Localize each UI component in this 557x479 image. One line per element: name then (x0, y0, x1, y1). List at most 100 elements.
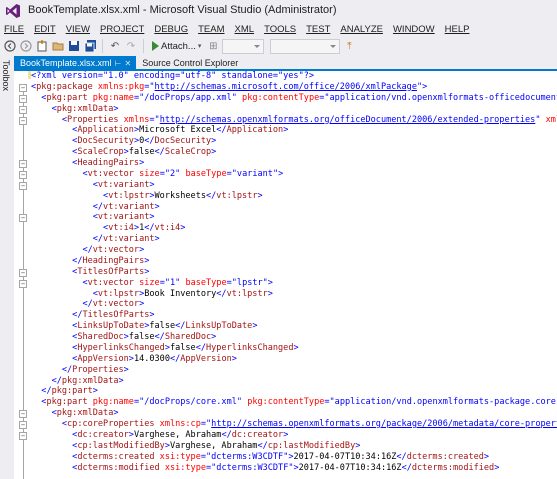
undo-icon[interactable]: ↶ (108, 38, 122, 54)
collapse-properties-icon[interactable]: − (19, 117, 27, 125)
code-token: dcterms:W3CDTF (211, 451, 284, 462)
menu-xml[interactable]: XML (230, 24, 260, 35)
code-line: <pkg:package xmlns:pkg="http://schemas.m… (31, 82, 557, 93)
code-token: 14.0300 (133, 353, 170, 364)
collapse-xmldata-icon[interactable]: − (19, 421, 27, 429)
toolbox-strip (0, 56, 13, 479)
code-token: > (144, 266, 150, 277)
code-token: > (118, 375, 124, 386)
menu-view[interactable]: VIEW (61, 24, 95, 35)
menu-edit[interactable]: EDIT (29, 24, 61, 35)
code-token: </ (154, 332, 165, 342)
menu-project[interactable]: PROJECT (95, 24, 149, 35)
code-token: dcterms:created (406, 451, 484, 462)
code-token: pkg:xmlData (56, 408, 114, 419)
code-token: </ (51, 375, 62, 386)
solution-platform-dropdown[interactable] (270, 38, 341, 54)
code-token: pkg:package (36, 81, 93, 92)
toolbar-separator (143, 39, 144, 53)
code-token: </ (216, 288, 227, 299)
back-icon[interactable] (3, 38, 17, 54)
collapse-headingpairs-icon[interactable]: − (19, 160, 27, 168)
code-token: </ (82, 245, 93, 255)
attach-button[interactable]: Attach... ▾ (149, 41, 204, 52)
forward-icon[interactable] (19, 38, 33, 54)
code-token: baseType (185, 277, 227, 288)
redo-icon[interactable]: ↷ (124, 38, 138, 54)
menu-window[interactable]: WINDOW (388, 24, 440, 35)
code-token: </ (144, 223, 155, 234)
menu-tools[interactable]: TOOLS (259, 24, 301, 35)
menu-debug[interactable]: DEBUG (149, 24, 193, 35)
code-token: /docProps/app.xml (144, 92, 232, 103)
code-line: <vt:vector size="2" baseType="variant"> (31, 169, 557, 180)
code-line: <dc:creator>Varghese, Abraham</dc:creato… (31, 430, 557, 441)
new-project-icon[interactable] (35, 38, 49, 54)
code-token: > (113, 408, 119, 419)
menu-team[interactable]: TEAM (193, 24, 229, 35)
pin-icon[interactable]: ⊢ (115, 59, 122, 68)
code-token: > (494, 462, 500, 473)
code-line: <vt:variant> (31, 212, 557, 223)
xml-editor[interactable]: − − − − − − − − − − − − − <?xml version=… (14, 71, 557, 479)
debug-target-icon[interactable]: ⊞ (206, 38, 220, 54)
collapse-package-icon[interactable]: − (19, 84, 27, 92)
find-icon[interactable]: ⤒ (342, 38, 356, 54)
code-token: > (92, 386, 98, 397)
code-line: </pkg:part> (31, 386, 557, 397)
code-token: > (139, 299, 145, 310)
toolbox-tab[interactable]: Toolbox (1, 60, 11, 91)
code-token: vt:vector (87, 168, 134, 179)
collapse-part-icon[interactable]: − (19, 410, 27, 418)
collapse-coreproperties-icon[interactable]: − (19, 432, 27, 440)
code-line: <vt:variant> (31, 180, 557, 191)
collapse-variant-icon[interactable]: − (19, 182, 27, 190)
standard-toolbar: ↶ ↷ Attach... ▾ ⊞ ⤒ (0, 36, 557, 56)
chevron-down-icon: ▾ (197, 43, 202, 50)
tab-source-control-explorer[interactable]: Source Control Explorer (136, 56, 243, 69)
menu-help[interactable]: HELP (440, 24, 475, 35)
code-token: vt:lpstr (97, 288, 140, 299)
code-token: variant (236, 168, 273, 179)
collapse-titlesofparts-icon[interactable]: − (19, 269, 27, 277)
code-token: "> (283, 451, 294, 462)
code-line: <LinksUpToDate>false</LinksUpToDate> (31, 321, 557, 332)
open-file-icon[interactable] (51, 38, 65, 54)
collapse-vector-icon[interactable]: − (19, 171, 27, 179)
code-token: > (154, 201, 160, 212)
solution-configuration-dropdown[interactable] (222, 38, 265, 54)
code-token: > (483, 451, 490, 462)
save-all-icon[interactable] (83, 38, 97, 54)
close-icon[interactable]: ✕ (125, 59, 132, 68)
code-token: application/vnd.openxmlformats-officedoc… (329, 92, 557, 103)
code-token: </ (144, 136, 155, 147)
code-token: > (123, 364, 129, 375)
menu-analyze[interactable]: ANALYZE (335, 24, 388, 35)
save-icon[interactable] (67, 38, 81, 54)
code-token: vt:vector (87, 277, 134, 288)
code-token: HeadingPairs (82, 255, 145, 266)
code-line: <SharedDoc>false</SharedDoc> (31, 332, 557, 343)
menu-test[interactable]: TEST (301, 24, 335, 35)
code-token: dcterms:W3CDTF (216, 462, 289, 473)
code-token: =" (200, 419, 212, 429)
code-token: =" (206, 462, 217, 473)
collapse-part-icon[interactable]: − (19, 95, 27, 103)
tab-booktemplate[interactable]: BookTemplate.xlsx.xml ⊢ ✕ (14, 56, 137, 69)
tab-label: Source Control Explorer (142, 58, 239, 68)
menu-file[interactable]: FILE (0, 24, 29, 35)
code-token: </ (72, 310, 83, 321)
collapse-xmldata-icon[interactable]: − (19, 106, 27, 114)
code-token: lpstr (236, 277, 263, 288)
collapse-variant-icon[interactable]: − (19, 214, 27, 222)
collapse-vector-icon[interactable]: − (19, 280, 27, 288)
